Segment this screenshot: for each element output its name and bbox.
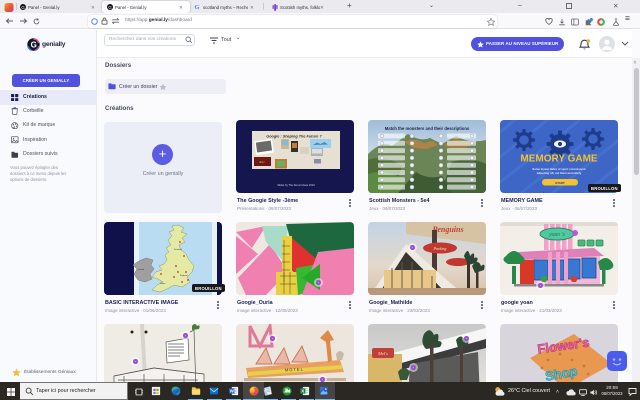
svg-text:Slides by The 3ème4 class 2023: Slides by The 3ème4 class 2023 [277, 183, 315, 187]
svg-text:Scotland: Scotland [174, 248, 182, 251]
svg-text:W: W [230, 389, 235, 394]
svg-text:X: X [301, 389, 304, 394]
svg-text:Wales: Wales [160, 283, 165, 285]
svg-text:Googie : Shaping The Future ?: Googie : Shaping The Future ? [266, 135, 322, 139]
svg-text:MEMORY GAME: MEMORY GAME [520, 154, 598, 165]
svg-text:G: G [195, 4, 200, 10]
svg-text:adjusting sth out them accurat: adjusting sth out them accurately [537, 171, 582, 175]
svg-text:Ireland: Ireland [138, 269, 144, 271]
svg-text:Penguins: Penguins [432, 225, 463, 234]
svg-text:yoan 's: yoan 's [548, 232, 565, 238]
svg-text:START: START [555, 181, 565, 185]
svg-text:Mel's: Mel's [377, 351, 388, 356]
svg-text:G: G [108, 5, 112, 10]
svg-text:England: England [180, 275, 187, 277]
svg-text:G: G [31, 40, 37, 49]
svg-text:M O T E L: M O T E L [285, 366, 304, 372]
svg-text:Parking: Parking [433, 246, 447, 251]
svg-text:G: G [21, 5, 25, 10]
svg-text:Match the monsters and their d: Match the monsters and their description… [385, 126, 470, 131]
